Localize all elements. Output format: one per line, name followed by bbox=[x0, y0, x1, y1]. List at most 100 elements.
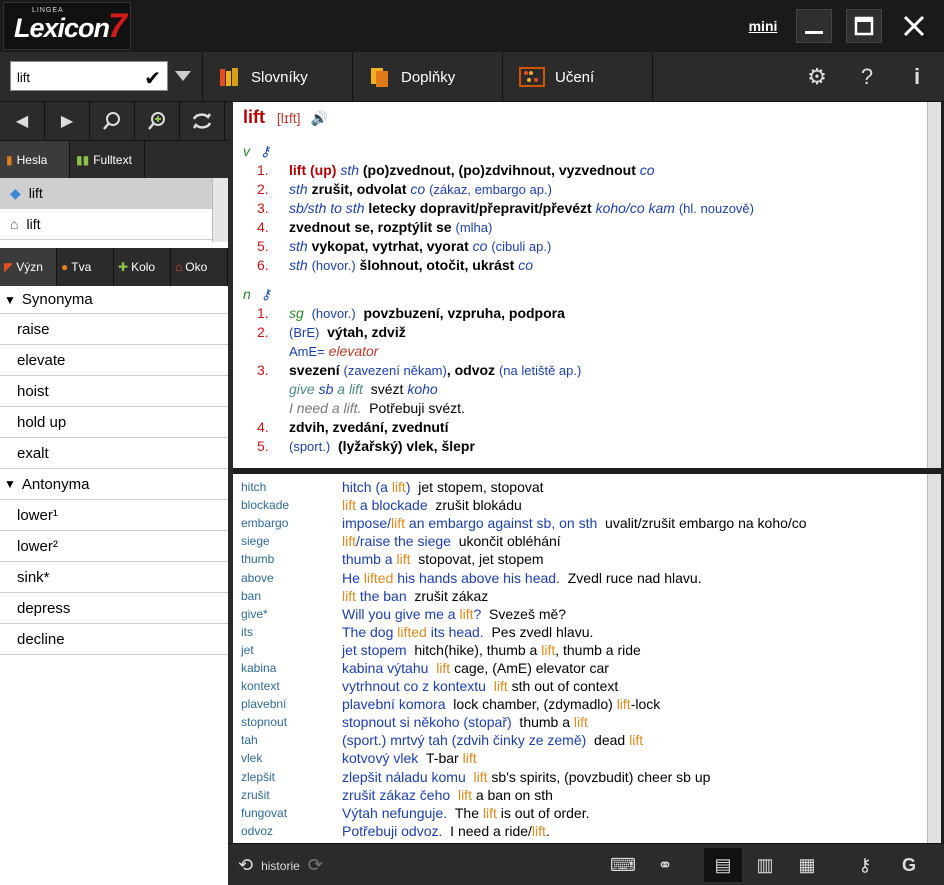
tab-forms-label: Tva bbox=[71, 260, 92, 274]
tab-meanings[interactable]: ◤ Význ bbox=[0, 248, 57, 286]
list-item[interactable]: raise bbox=[0, 314, 228, 345]
close-button[interactable] bbox=[896, 9, 932, 43]
history-forward-icon[interactable]: ⟳ bbox=[308, 855, 323, 876]
phrase-row[interactable]: blockade lift a blockade zrušit blokádu bbox=[241, 496, 919, 514]
sense-number: 4. bbox=[257, 219, 269, 235]
phrase-row[interactable]: embargo impose/lift an embargo against sb… bbox=[241, 514, 919, 532]
info-icon[interactable]: i bbox=[904, 64, 930, 90]
forward-button[interactable]: ▶ bbox=[45, 102, 90, 140]
sense-text: sb/sth to sth letecky dopravit/přepravit… bbox=[289, 200, 754, 216]
sense-text: AmE= elevator bbox=[289, 343, 379, 359]
phrases-scrollbar[interactable] bbox=[927, 474, 941, 843]
phrase-row[interactable]: give* Will you give me a lift? Svezeš mě? bbox=[241, 605, 919, 623]
document-short-button[interactable]: ▦ bbox=[788, 848, 826, 882]
phrase-key: ban bbox=[241, 588, 262, 603]
phrase-row[interactable]: kabina kabina výtahu lift cage, (AmE) ele… bbox=[241, 659, 919, 677]
key-button[interactable]: ⚷ bbox=[846, 848, 884, 882]
list-item[interactable]: depress bbox=[0, 593, 228, 624]
phrase-text: The dog lifted its head. Pes zvedl hlavu… bbox=[342, 623, 594, 640]
brand-label: Lexicon bbox=[14, 13, 110, 43]
title-bar: LINGEA Lexicon 7 mini bbox=[0, 0, 944, 52]
tab-meanings-label: Význ bbox=[16, 260, 43, 274]
list-item[interactable]: lower¹ bbox=[0, 500, 228, 531]
tab-collocations[interactable]: ✚ Kolo bbox=[114, 248, 171, 286]
keyboard-button[interactable]: ⌨ bbox=[604, 848, 642, 882]
document-medium-button[interactable]: ▥ bbox=[746, 848, 784, 882]
sense-row: 2. sth zrušit, odvolat co (zákaz, embargo… bbox=[257, 180, 917, 199]
phrase-row[interactable]: kontext vytrhnout co z kontextu lift sth … bbox=[241, 677, 919, 695]
search-dropdown-icon[interactable] bbox=[175, 71, 191, 81]
tab-neighbourhood[interactable]: ⌂ Oko bbox=[171, 248, 228, 286]
sense-row: 1. lift (up) sth (po)zvednout, (po)zdvihn… bbox=[257, 161, 917, 180]
tab-fulltext-label: Fulltext bbox=[93, 152, 132, 167]
tab-dictionaries[interactable]: Slovníky bbox=[202, 52, 352, 102]
tab-forms[interactable]: ● Tva bbox=[57, 248, 114, 286]
phrase-text: He lifted his hands above his head. Zved… bbox=[342, 569, 702, 586]
list-item[interactable]: lower² bbox=[0, 531, 228, 562]
binoculars-button[interactable]: ⚭ bbox=[646, 848, 684, 882]
key-icon[interactable]: ⚷ bbox=[260, 143, 270, 159]
phrase-key: odvoz bbox=[241, 823, 274, 838]
phrase-row[interactable]: siege lift/raise the siege ukončit obléhá… bbox=[241, 532, 919, 550]
check-icon[interactable]: ✔ bbox=[144, 66, 161, 91]
document-full-button[interactable]: ▤ bbox=[704, 848, 742, 882]
grammar-button[interactable]: G bbox=[890, 848, 928, 882]
phrase-row[interactable]: vlek kotvový vlek T-bar lift bbox=[241, 749, 919, 767]
tab-fulltext[interactable]: ▮▮ Fulltext bbox=[70, 141, 145, 178]
entry-pronunciation: [lɪft] bbox=[276, 110, 301, 126]
phrase-text: vytrhnout co z kontextu lift sth out of … bbox=[342, 678, 619, 695]
maximize-button[interactable] bbox=[846, 9, 882, 43]
phrase-row[interactable]: fungovat Výtah nefunguje. The lift is out… bbox=[241, 804, 919, 822]
tab-headwords[interactable]: ▮ Hesla bbox=[0, 141, 70, 178]
search-input[interactable] bbox=[17, 67, 137, 87]
phrase-row[interactable]: tah (sport.) mrtvý tah (zdvih činky ze ze… bbox=[241, 731, 919, 749]
senses-verb: 1. lift (up) sth (po)zvednout, (po)zdvihn… bbox=[243, 161, 917, 275]
mini-mode-button[interactable]: mini bbox=[745, 9, 781, 43]
search-box: ✔ bbox=[10, 61, 168, 91]
sense-text: zdvih, zvedání, zvednutí bbox=[289, 419, 449, 435]
entry-scrollbar[interactable] bbox=[927, 102, 941, 468]
list-item[interactable]: ⌂ lift bbox=[0, 209, 228, 240]
key-icon[interactable]: ⚷ bbox=[261, 286, 271, 302]
swap-button[interactable] bbox=[180, 102, 225, 140]
phrase-text: lift a blockade zrušit blokádu bbox=[342, 497, 522, 514]
help-icon[interactable]: ? bbox=[854, 64, 880, 90]
back-button[interactable]: ◀ bbox=[0, 102, 45, 140]
speaker-icon[interactable]: 🔊 bbox=[310, 110, 327, 126]
phrase-key: plavební bbox=[241, 697, 287, 712]
search-button[interactable] bbox=[90, 102, 135, 140]
list-item[interactable]: elevate bbox=[0, 345, 228, 376]
phrase-row[interactable]: ban lift the ban zrušit zákaz bbox=[241, 587, 919, 605]
sense-number: 2. bbox=[257, 181, 269, 197]
list-item[interactable]: sink* bbox=[0, 562, 228, 593]
phrase-row[interactable]: zlepšit zlepšit náladu komu lift sb's spi… bbox=[241, 768, 919, 786]
list-item[interactable]: ◆ lift bbox=[0, 178, 228, 209]
history-control[interactable]: ⟲ historie ⟳ bbox=[238, 855, 323, 876]
minimize-button[interactable] bbox=[796, 9, 832, 43]
phrase-text: zrušit zákaz čeho lift a ban on sth bbox=[342, 786, 553, 803]
phrase-key: its bbox=[241, 624, 253, 639]
phrase-row[interactable]: hitch hitch (a lift) jet stopem, stopovat bbox=[241, 478, 919, 496]
document-icon: ▥ bbox=[756, 854, 774, 875]
phrase-row[interactable]: jet jet stopem hitch(hike), thumb a lift,… bbox=[241, 641, 919, 659]
phrase-row[interactable]: odvoz Potřebuji odvoz. I need a ride/lift… bbox=[241, 822, 919, 840]
list-item[interactable]: hoist bbox=[0, 376, 228, 407]
phrase-row[interactable]: above He lifted his hands above his head.… bbox=[241, 568, 919, 586]
list-item[interactable]: decline bbox=[0, 624, 228, 655]
settings-icon[interactable]: ⚙ bbox=[804, 64, 830, 90]
tab-addons[interactable]: Doplňky bbox=[352, 52, 502, 102]
antonyms-header[interactable]: ▼ Antonyma bbox=[0, 469, 228, 500]
list-item[interactable]: hold up bbox=[0, 407, 228, 438]
list-item[interactable]: exalt bbox=[0, 438, 228, 469]
phrase-row[interactable]: stopnout stopnout si někoho (stopař) thum… bbox=[241, 713, 919, 731]
phrase-row[interactable]: thumb thumb a lift stopovat, jet stopem bbox=[241, 550, 919, 568]
phrase-row[interactable]: its The dog lifted its head. Pes zvedl hl… bbox=[241, 623, 919, 641]
related-tabs: ◤ Význ ● Tva ✚ Kolo ⌂ Oko bbox=[0, 248, 228, 286]
phrase-row[interactable]: plavební plavební komora lock chamber, (z… bbox=[241, 695, 919, 713]
zoom-search-button[interactable] bbox=[135, 102, 180, 140]
tab-learning[interactable]: Učení bbox=[502, 52, 652, 102]
synonyms-header[interactable]: ▼ Synonyma bbox=[0, 286, 228, 314]
headword-scrollbar[interactable] bbox=[212, 178, 228, 242]
sense-number: 5. bbox=[257, 238, 269, 254]
phrase-row[interactable]: zrušit zrušit zákaz čeho lift a ban on st… bbox=[241, 786, 919, 804]
